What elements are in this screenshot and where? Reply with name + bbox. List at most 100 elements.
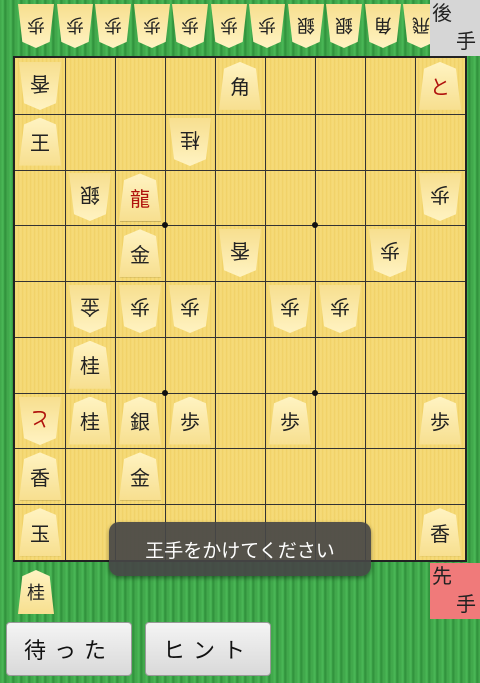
undo-button[interactable]: 待った bbox=[6, 622, 132, 676]
gote-hand-piece[interactable]: 銀 bbox=[326, 4, 362, 48]
piece-label: 歩 bbox=[430, 183, 450, 208]
board-piece[interactable]: 歩 bbox=[269, 396, 311, 445]
piece-label: と bbox=[430, 75, 450, 100]
sente-label-line2: 手 bbox=[456, 592, 476, 616]
grid-line bbox=[265, 58, 266, 560]
grid-line bbox=[15, 504, 465, 506]
gote-hand-piece[interactable]: 歩 bbox=[211, 4, 247, 48]
board-piece[interactable]: 歩 bbox=[119, 285, 161, 333]
piece-label: 歩 bbox=[65, 14, 84, 35]
piece-label: 香 bbox=[430, 521, 450, 546]
board-piece[interactable]: 香 bbox=[19, 452, 61, 501]
shogi-board[interactable]: 香角と王桂銀龍歩金香歩金歩歩歩歩桂と桂銀歩歩歩香金玉香 bbox=[13, 56, 467, 562]
piece-label: 歩 bbox=[104, 14, 122, 35]
piece-label: 金 bbox=[130, 465, 150, 490]
board-piece[interactable]: 香 bbox=[219, 229, 261, 277]
grid-line bbox=[215, 58, 216, 560]
piece-label: 歩 bbox=[181, 14, 199, 35]
board-piece[interactable]: 銀 bbox=[69, 173, 111, 221]
board-piece[interactable]: 金 bbox=[69, 285, 111, 333]
sente-hand-piece[interactable]: 桂 bbox=[18, 570, 54, 614]
star-point bbox=[312, 222, 318, 229]
piece-label: 銀 bbox=[335, 14, 353, 35]
board-piece[interactable]: 歩 bbox=[419, 173, 461, 221]
piece-label: 歩 bbox=[330, 295, 350, 320]
piece-label: 金 bbox=[80, 295, 100, 320]
grid-line bbox=[365, 58, 366, 560]
board-piece[interactable]: 桂 bbox=[169, 118, 211, 166]
board-piece[interactable]: 歩 bbox=[169, 285, 211, 333]
piece-label: 王 bbox=[30, 131, 50, 156]
piece-label: 歩 bbox=[219, 14, 238, 35]
grid-line bbox=[115, 58, 116, 560]
board-piece[interactable]: 歩 bbox=[369, 229, 411, 277]
board-piece[interactable]: 桂 bbox=[69, 396, 111, 445]
piece-label: 桂 bbox=[80, 410, 100, 435]
check-toast: 王手をかけてください bbox=[109, 522, 371, 576]
board-piece[interactable]: 金 bbox=[119, 229, 161, 278]
grid-line bbox=[15, 281, 465, 283]
grid-line bbox=[415, 58, 416, 560]
board-piece[interactable]: 王 bbox=[19, 117, 61, 166]
piece-label: 角 bbox=[230, 75, 250, 100]
piece-label: 歩 bbox=[130, 295, 150, 320]
gote-hand-piece[interactable]: 銀 bbox=[288, 4, 324, 48]
piece-label: 龍 bbox=[130, 186, 150, 211]
piece-label: 歩 bbox=[180, 410, 200, 435]
board-piece[interactable]: 龍 bbox=[119, 173, 161, 222]
gote-hand-piece[interactable]: 歩 bbox=[57, 4, 93, 48]
grid-line bbox=[15, 448, 465, 450]
piece-label: 歩 bbox=[27, 14, 45, 35]
piece-label: 香 bbox=[30, 72, 50, 97]
gote-hand-piece[interactable]: 歩 bbox=[95, 4, 131, 48]
piece-label: 角 bbox=[373, 14, 392, 35]
gote-hand-piece[interactable]: 歩 bbox=[134, 4, 170, 48]
piece-label: 歩 bbox=[430, 410, 450, 435]
grid-line bbox=[15, 392, 465, 394]
piece-label: 歩 bbox=[280, 410, 300, 435]
gote-label-line2: 手 bbox=[456, 29, 476, 53]
piece-label: 桂 bbox=[80, 354, 100, 379]
piece-label: 銀 bbox=[80, 183, 100, 208]
piece-label: 歩 bbox=[142, 14, 161, 35]
gote-hand-piece[interactable]: 角 bbox=[365, 4, 401, 48]
grid-line bbox=[15, 113, 465, 115]
gote-hand-piece[interactable]: 歩 bbox=[249, 4, 285, 48]
board-piece[interactable]: 香 bbox=[419, 508, 461, 557]
board-piece[interactable]: 角 bbox=[219, 61, 261, 110]
piece-label: 銀 bbox=[296, 14, 315, 35]
star-point bbox=[162, 222, 168, 229]
hint-button[interactable]: ヒント bbox=[145, 622, 271, 676]
star-point bbox=[162, 389, 168, 396]
grid-line bbox=[15, 336, 465, 338]
grid-line bbox=[65, 58, 66, 560]
board-piece[interactable]: と bbox=[419, 61, 461, 110]
piece-label: 桂 bbox=[180, 128, 200, 153]
gote-hand-piece[interactable]: 歩 bbox=[18, 4, 54, 48]
board-piece[interactable]: 玉 bbox=[19, 508, 61, 557]
piece-label: 飛 bbox=[412, 14, 430, 35]
piece-label: 歩 bbox=[280, 295, 300, 320]
piece-label: 桂 bbox=[27, 583, 45, 604]
board-piece[interactable]: 銀 bbox=[119, 396, 161, 445]
piece-label: 銀 bbox=[130, 410, 150, 435]
board-piece[interactable]: 歩 bbox=[419, 396, 461, 445]
gote-hand-piece[interactable]: 歩 bbox=[172, 4, 208, 48]
grid-line bbox=[15, 169, 465, 171]
board-piece[interactable]: 桂 bbox=[69, 340, 111, 389]
sente-label-line1: 先 bbox=[432, 564, 452, 588]
board-piece[interactable]: 歩 bbox=[269, 285, 311, 333]
board-piece[interactable]: 金 bbox=[119, 452, 161, 501]
board-piece[interactable]: 歩 bbox=[319, 285, 361, 333]
piece-label: 玉 bbox=[30, 521, 50, 546]
star-point bbox=[312, 389, 318, 396]
gote-hand: 歩歩歩歩歩歩歩銀銀角飛 bbox=[0, 0, 430, 54]
piece-label: 歩 bbox=[258, 14, 276, 35]
piece-label: 香 bbox=[230, 239, 250, 264]
piece-label: 金 bbox=[130, 242, 150, 267]
board-piece[interactable]: と bbox=[19, 397, 61, 445]
board-piece[interactable]: 香 bbox=[19, 62, 61, 110]
board-piece[interactable]: 歩 bbox=[169, 396, 211, 445]
gote-label: 後 手 bbox=[430, 0, 480, 56]
grid-line bbox=[315, 58, 316, 560]
